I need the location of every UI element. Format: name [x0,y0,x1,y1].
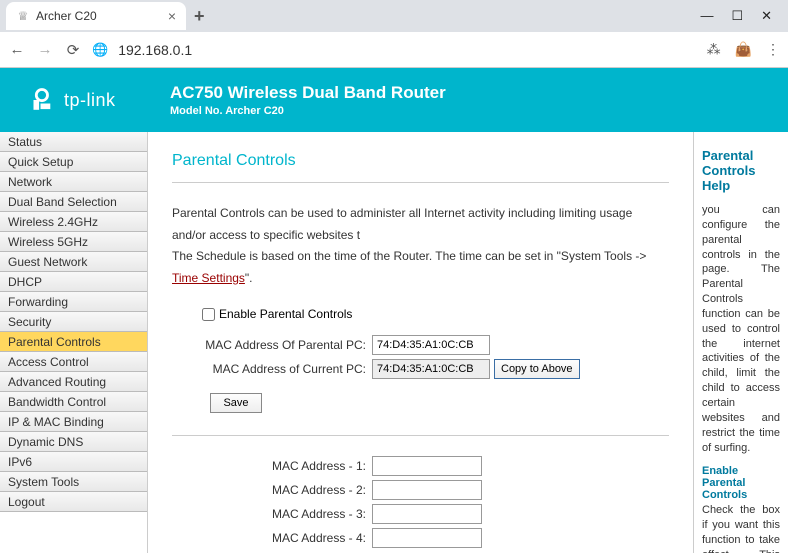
parental-mac-label: MAC Address Of Parental PC: [172,338,372,352]
product-title: AC750 Wireless Dual Band Router [170,83,446,103]
divider [172,182,669,183]
tab-title: Archer C20 [36,9,162,23]
reload-button[interactable]: ⟳ [64,41,82,59]
mac-address-input-1[interactable] [372,456,482,476]
new-tab-button[interactable]: + [194,6,205,27]
current-mac-label: MAC Address of Current PC: [172,362,372,376]
tab-favicon: ♕ [16,9,30,23]
help-paragraph-2: Check the box if you want this function … [702,503,780,553]
mac-address-label-1: MAC Address - 1: [172,459,372,473]
forward-button[interactable]: → [36,41,54,58]
router-body: StatusQuick SetupNetworkDual Band Select… [0,132,788,553]
parental-mac-input[interactable] [372,335,490,355]
browser-tab[interactable]: ♕ Archer C20 × [6,2,186,30]
divider-2 [172,435,669,436]
minimize-icon[interactable]: — [700,8,713,24]
brand-logo: tp-link [30,86,160,114]
sidebar-item-network[interactable]: Network [0,172,147,192]
mac-address-label-3: MAC Address - 3: [172,507,372,521]
tab-bar: ♕ Archer C20 × + — ☐ ✕ [0,0,788,32]
site-info-icon[interactable]: 🌐 [92,42,108,58]
sidebar-item-forwarding[interactable]: Forwarding [0,292,147,312]
intro-text: Parental Controls can be used to adminis… [172,203,669,289]
mac-address-label-4: MAC Address - 4: [172,531,372,545]
url-text[interactable]: 192.168.0.1 [118,42,696,58]
mac-address-label-2: MAC Address - 2: [172,483,372,497]
mac-address-row-3: MAC Address - 3: [172,504,669,524]
tab-close-icon[interactable]: × [168,8,176,24]
controlled-mac-section: MAC Address - 1: MAC Address - 2: MAC Addr… [172,456,669,548]
copy-to-above-button[interactable]: Copy to Above [494,359,580,379]
sidebar-item-status[interactable]: Status [0,132,147,152]
sidebar-item-dual-band-selection[interactable]: Dual Band Selection [0,192,147,212]
mac-address-row-4: MAC Address - 4: [172,528,669,548]
window-controls: — ☐ ✕ [700,8,782,24]
mac-address-row-1: MAC Address - 1: [172,456,669,476]
back-button[interactable]: ← [8,41,26,58]
sidebar-item-ipv6[interactable]: IPv6 [0,452,147,472]
sidebar-item-parental-controls[interactable]: Parental Controls [0,332,147,352]
sidebar-item-logout[interactable]: Logout [0,492,147,512]
browser-chrome: ♕ Archer C20 × + — ☐ ✕ ← → ⟳ 🌐 192.168.0… [0,0,788,68]
sidebar-item-guest-network[interactable]: Guest Network [0,252,147,272]
parental-mac-row: MAC Address Of Parental PC: [172,335,669,355]
sidebar-item-dhcp[interactable]: DHCP [0,272,147,292]
help-title: Parental Controls Help [702,148,780,193]
enable-parental-controls-checkbox[interactable] [202,308,215,321]
mac-address-row-2: MAC Address - 2: [172,480,669,500]
sidebar-item-ip-mac-binding[interactable]: IP & MAC Binding [0,412,147,432]
sidebar-item-dynamic-dns[interactable]: Dynamic DNS [0,432,147,452]
sidebar-item-security[interactable]: Security [0,312,147,332]
save-button[interactable]: Save [210,393,262,413]
current-mac-row: MAC Address of Current PC: Copy to Above [172,359,669,379]
sidebar-item-wireless-2-4ghz[interactable]: Wireless 2.4GHz [0,212,147,232]
intro-line2-prefix: The Schedule is based on the time of the… [172,249,646,263]
main-content: Parental Controls Parental Controls can … [148,132,693,553]
sidebar-item-system-tools[interactable]: System Tools [0,472,147,492]
intro-line1: Parental Controls can be used to adminis… [172,206,632,242]
intro-line2-suffix: ". [245,271,253,285]
router-header: tp-link AC750 Wireless Dual Band Router … [0,68,788,132]
sidebar-item-access-control[interactable]: Access Control [0,352,147,372]
sidebar-item-quick-setup[interactable]: Quick Setup [0,152,147,172]
help-panel: Parental Controls Help you can configure… [693,132,788,553]
brand-name: tp-link [64,90,116,111]
sidebar-item-bandwidth-control[interactable]: Bandwidth Control [0,392,147,412]
mac-address-input-3[interactable] [372,504,482,524]
sidebar-item-wireless-5ghz[interactable]: Wireless 5GHz [0,232,147,252]
maximize-icon[interactable]: ☐ [731,8,743,24]
account-icon[interactable]: 👜 [735,41,752,58]
translate-icon[interactable]: ⁂ [707,41,721,58]
help-subhead-enable: Enable Parental Controls [702,465,780,501]
mac-address-input-4[interactable] [372,528,482,548]
product-info: AC750 Wireless Dual Band Router Model No… [170,83,446,117]
address-bar: ← → ⟳ 🌐 192.168.0.1 ⁂ 👜 ⋮ [0,32,788,68]
current-mac-input [372,359,490,379]
sidebar: StatusQuick SetupNetworkDual Band Select… [0,132,148,553]
tplink-logo-icon [30,86,58,114]
page-title: Parental Controls [172,152,669,170]
enable-checkbox-row: Enable Parental Controls [202,307,669,321]
enable-label: Enable Parental Controls [219,307,352,321]
product-model: Model No. Archer C20 [170,105,446,117]
time-settings-link[interactable]: Time Settings [172,271,245,285]
sidebar-item-advanced-routing[interactable]: Advanced Routing [0,372,147,392]
help-paragraph-1: you can configure the parental controls … [702,203,780,455]
mac-address-input-2[interactable] [372,480,482,500]
menu-icon[interactable]: ⋮ [766,41,780,58]
close-window-icon[interactable]: ✕ [761,8,772,24]
